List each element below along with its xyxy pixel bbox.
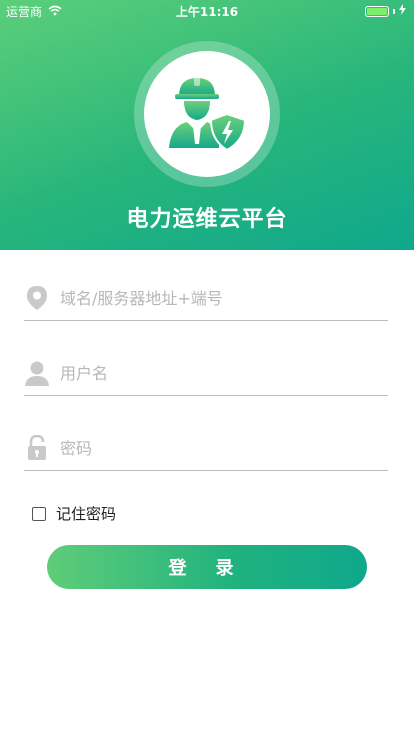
remember-password-checkbox[interactable] (32, 506, 46, 521)
lock-icon (24, 435, 50, 461)
app-title: 电力运维云平台 (126, 207, 288, 232)
clock: 上午11:16 (175, 5, 239, 19)
remember-password-row[interactable]: 记住密码 (32, 503, 116, 524)
username-input[interactable] (60, 363, 360, 383)
password-input[interactable] (60, 438, 360, 458)
app-logo-avatar (144, 51, 270, 177)
username-field[interactable] (24, 351, 388, 396)
status-bar: 运营商 上午11:16 (0, 0, 414, 22)
header-banner: 运营商 上午11:16 电力运维云平台 (0, 0, 414, 250)
engineer-shield-icon (169, 76, 247, 152)
server-address-field[interactable] (24, 276, 388, 321)
password-field[interactable] (24, 426, 388, 471)
server-address-input[interactable] (60, 288, 360, 308)
login-button[interactable]: 登 录 (47, 545, 367, 589)
battery-icon (365, 5, 389, 17)
location-pin-icon (24, 285, 50, 311)
remember-password-label: 记住密码 (56, 505, 117, 523)
charging-bolt-icon (399, 4, 406, 18)
user-icon (24, 360, 50, 386)
battery-indicator (365, 4, 406, 18)
